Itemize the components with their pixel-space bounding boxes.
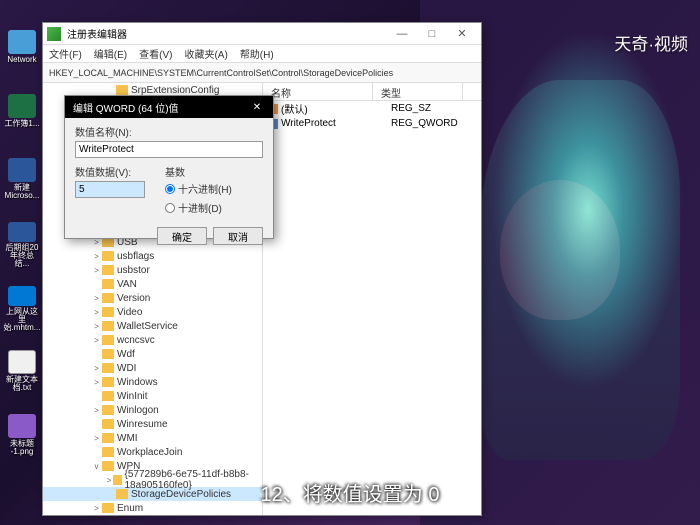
tree-item[interactable]: StorageDevicePolicies xyxy=(43,487,262,501)
close-button[interactable]: ✕ xyxy=(447,24,477,44)
tree-item[interactable]: >Video xyxy=(43,305,262,319)
tree-item[interactable]: Wdf xyxy=(43,347,262,361)
value-data-label: 数值数据(V): xyxy=(75,164,145,179)
edit-qword-dialog: 编辑 QWORD (64 位)值 ✕ 数值名称(N): 数值数据(V): 基数 … xyxy=(64,95,274,239)
desktop-icon[interactable]: 新建 Microso... xyxy=(4,158,40,204)
list-row[interactable]: (默认)REG_SZ xyxy=(263,101,481,116)
radio-hex[interactable] xyxy=(165,184,175,194)
maximize-button[interactable]: □ xyxy=(417,24,447,44)
menu-view[interactable]: 查看(V) xyxy=(139,46,172,61)
tree-item[interactable]: >Version xyxy=(43,291,262,305)
value-name-label: 数值名称(N): xyxy=(75,124,263,139)
list-row[interactable]: WriteProtectREG_QWORD xyxy=(263,116,481,131)
desktop-icon[interactable]: 工作簿1... xyxy=(4,94,40,140)
value-data-input[interactable] xyxy=(75,181,145,198)
watermark: 天奇·视频 xyxy=(614,30,688,55)
menu-favorites[interactable]: 收藏夹(A) xyxy=(184,46,227,61)
desktop-icon[interactable]: Network xyxy=(4,30,40,76)
tree-item[interactable]: >WalletService xyxy=(43,319,262,333)
ok-button[interactable]: 确定 xyxy=(157,227,207,245)
tree-item[interactable]: WinInit xyxy=(43,389,262,403)
cancel-button[interactable]: 取消 xyxy=(213,227,263,245)
tree-item[interactable]: >wcncsvc xyxy=(43,333,262,347)
close-icon[interactable]: ✕ xyxy=(249,99,265,115)
video-caption: 12、将数值设置为 0 xyxy=(261,478,440,507)
tree-item[interactable]: >Winlogon xyxy=(43,403,262,417)
col-name[interactable]: 名称 xyxy=(263,83,373,100)
col-type[interactable]: 类型 xyxy=(373,83,463,100)
value-list: 名称 类型 (默认)REG_SZWriteProtectREG_QWORD xyxy=(263,83,481,515)
desktop-icon[interactable]: 未标题 -1.png xyxy=(4,414,40,460)
tree-item[interactable]: >usbflags xyxy=(43,249,262,263)
desktop-icon[interactable]: 上网从这里 始.mhtm... xyxy=(4,286,40,332)
dialog-title: 编辑 QWORD (64 位)值 xyxy=(73,100,179,115)
tree-item[interactable]: >usbstor xyxy=(43,263,262,277)
window-title: 注册表编辑器 xyxy=(67,26,387,41)
base-label: 基数 xyxy=(165,164,263,179)
menu-file[interactable]: 文件(F) xyxy=(49,46,82,61)
value-name-input[interactable] xyxy=(75,141,263,158)
tree-item[interactable]: >Enum xyxy=(43,501,262,515)
tree-item[interactable]: VAN xyxy=(43,277,262,291)
tree-item[interactable]: Winresume xyxy=(43,417,262,431)
tree-item[interactable]: >WMI xyxy=(43,431,262,445)
desktop-icons: Network 工作簿1... 新建 Microso... 后期组20 年终总结… xyxy=(4,30,46,460)
tree-item[interactable]: >{577289b6-6e75-11df-b8b8-18a905160fe0} xyxy=(43,473,262,487)
menu-edit[interactable]: 编辑(E) xyxy=(94,46,127,61)
address-bar[interactable]: HKEY_LOCAL_MACHINE\SYSTEM\CurrentControl… xyxy=(43,63,481,83)
tree-item[interactable]: >WDI xyxy=(43,361,262,375)
radio-dec[interactable] xyxy=(165,203,175,213)
desktop-icon[interactable]: 新建文本 档.txt xyxy=(4,350,40,396)
desktop-icon[interactable]: 后期组20 年终总结... xyxy=(4,222,40,268)
minimize-button[interactable]: — xyxy=(387,24,417,44)
tree-item[interactable]: WorkplaceJoin xyxy=(43,445,262,459)
tree-item[interactable]: >Windows xyxy=(43,375,262,389)
regedit-icon xyxy=(47,27,61,41)
menu-help[interactable]: 帮助(H) xyxy=(240,46,274,61)
